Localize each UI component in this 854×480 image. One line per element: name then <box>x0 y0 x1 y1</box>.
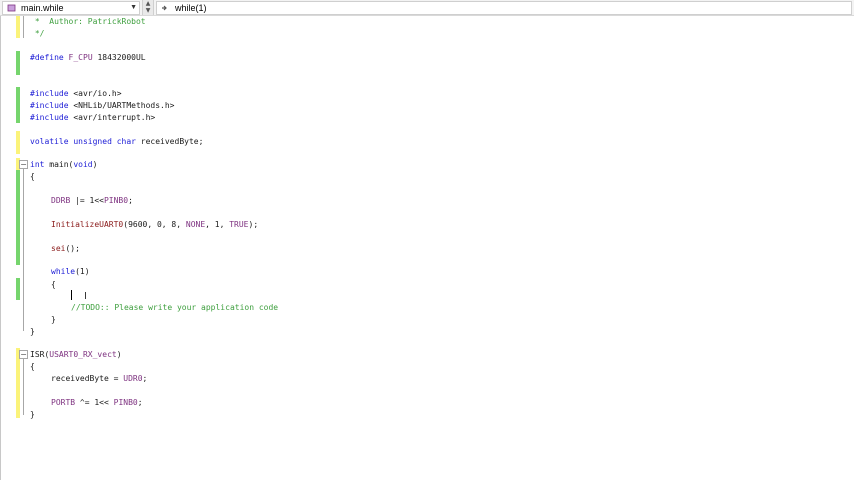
collapse-toggle[interactable]: − <box>19 160 28 169</box>
include-path: <avr/interrupt.h> <box>68 113 156 122</box>
register-name: DDRB <box>51 196 71 205</box>
keyword: volatile unsigned char <box>30 137 136 146</box>
code-line[interactable]: } <box>30 326 35 337</box>
punctuation: (); <box>65 244 80 253</box>
code-line[interactable]: #include <NHLib/UARTMethods.h> <box>30 100 175 111</box>
ibeam-cursor-icon: I <box>84 291 87 302</box>
punctuation: ); <box>248 220 259 229</box>
macro-name: F_CPU <box>68 53 93 62</box>
punctuation: ; <box>142 374 148 383</box>
code-line[interactable]: #include <avr/interrupt.h> <box>30 112 155 123</box>
change-indicator <box>16 170 20 265</box>
punctuation: ) <box>116 350 122 359</box>
change-indicator <box>16 87 20 123</box>
text-cursor <box>71 290 72 300</box>
punctuation: ; <box>137 398 143 407</box>
editor-margin <box>0 16 1 480</box>
vector-macro: USART0_RX_vect <box>49 350 117 359</box>
collapse-toggle[interactable]: − <box>19 350 28 359</box>
split-handle[interactable]: ▲ ▼ <box>142 0 154 15</box>
code-line[interactable]: DDRB |= 1<<PINB0; <box>51 195 133 206</box>
function-call: InitializeUART0 <box>51 220 124 229</box>
operator: ^= 1<< <box>75 398 114 407</box>
assignment: receivedByte = <box>51 374 124 383</box>
keyword: #define <box>30 53 64 62</box>
pin-macro: PINB0 <box>113 398 138 407</box>
code-line[interactable]: sei(); <box>51 243 80 254</box>
macro-value: 18432000UL <box>92 53 146 62</box>
function-name: main( <box>44 160 74 169</box>
change-indicator <box>16 131 20 154</box>
code-line[interactable]: PORTB ^= 1<< PINB0; <box>51 397 143 408</box>
outline-line <box>23 169 24 331</box>
include-path: <NHLib/UARTMethods.h> <box>68 101 175 110</box>
include-path: <avr/io.h> <box>68 89 122 98</box>
arguments: (9600, 0, 8, <box>123 220 186 229</box>
operator: |= 1<< <box>70 196 104 205</box>
code-line[interactable]: #include <avr/io.h> <box>30 88 122 99</box>
code-line[interactable]: InitializeUART0(9600, 0, 8, NONE, 1, TRU… <box>51 219 258 230</box>
outline-line <box>23 359 24 415</box>
code-line[interactable]: int main(void) <box>30 159 97 170</box>
code-line[interactable]: receivedByte = UDR0; <box>51 373 147 384</box>
function-call: sei <box>51 244 66 253</box>
chevron-down-icon: ▼ <box>130 4 137 11</box>
register-name: PORTB <box>51 398 76 407</box>
punctuation: ; <box>128 196 133 205</box>
code-line[interactable]: while(1) <box>51 266 90 277</box>
code-line[interactable]: //TODO:: Please write your application c… <box>71 302 278 313</box>
keyword: #include <box>30 101 69 110</box>
outline-line <box>23 16 24 38</box>
keyword: int <box>30 160 45 169</box>
code-line[interactable]: { <box>51 279 56 290</box>
scope-dropdown[interactable]: main.while ▼ <box>2 1 140 15</box>
change-indicator <box>16 278 20 300</box>
navigation-bar: main.while ▼ ▲ ▼ while(1) <box>0 0 854 16</box>
punctuation: ) <box>92 160 98 169</box>
macro-arg: NONE <box>185 220 206 229</box>
code-line[interactable]: volatile unsigned char receivedByte; <box>30 136 203 147</box>
method-icon <box>162 5 167 11</box>
condition: (1) <box>75 267 90 276</box>
keyword: while <box>51 267 76 276</box>
code-line[interactable]: ISR(USART0_RX_vect) <box>30 349 122 360</box>
change-indicator <box>16 51 20 75</box>
member-dropdown-label: while(1) <box>175 3 207 13</box>
code-line[interactable]: } <box>51 314 56 325</box>
change-indicator <box>16 16 20 38</box>
class-icon <box>7 4 16 12</box>
function-name: ISR( <box>30 350 50 359</box>
scope-dropdown-label: main.while <box>21 3 64 13</box>
keyword: #include <box>30 89 69 98</box>
member-dropdown[interactable]: while(1) <box>156 1 852 15</box>
macro-arg: TRUE <box>229 220 249 229</box>
code-line[interactable]: * Author: PatrickRobot <box>30 16 146 27</box>
keyword: void <box>73 160 93 169</box>
keyword: #include <box>30 113 69 122</box>
code-line[interactable]: { <box>30 361 35 372</box>
code-line[interactable]: { <box>30 171 35 182</box>
code-line[interactable]: */ <box>30 28 45 39</box>
identifier: receivedByte; <box>135 137 204 146</box>
code-line[interactable]: } <box>30 409 35 420</box>
arguments: , 1, <box>205 220 230 229</box>
code-line[interactable]: #define F_CPU 18432000UL <box>30 52 146 63</box>
register-name: UDR0 <box>123 374 143 383</box>
pin-macro: PINB0 <box>103 196 129 205</box>
